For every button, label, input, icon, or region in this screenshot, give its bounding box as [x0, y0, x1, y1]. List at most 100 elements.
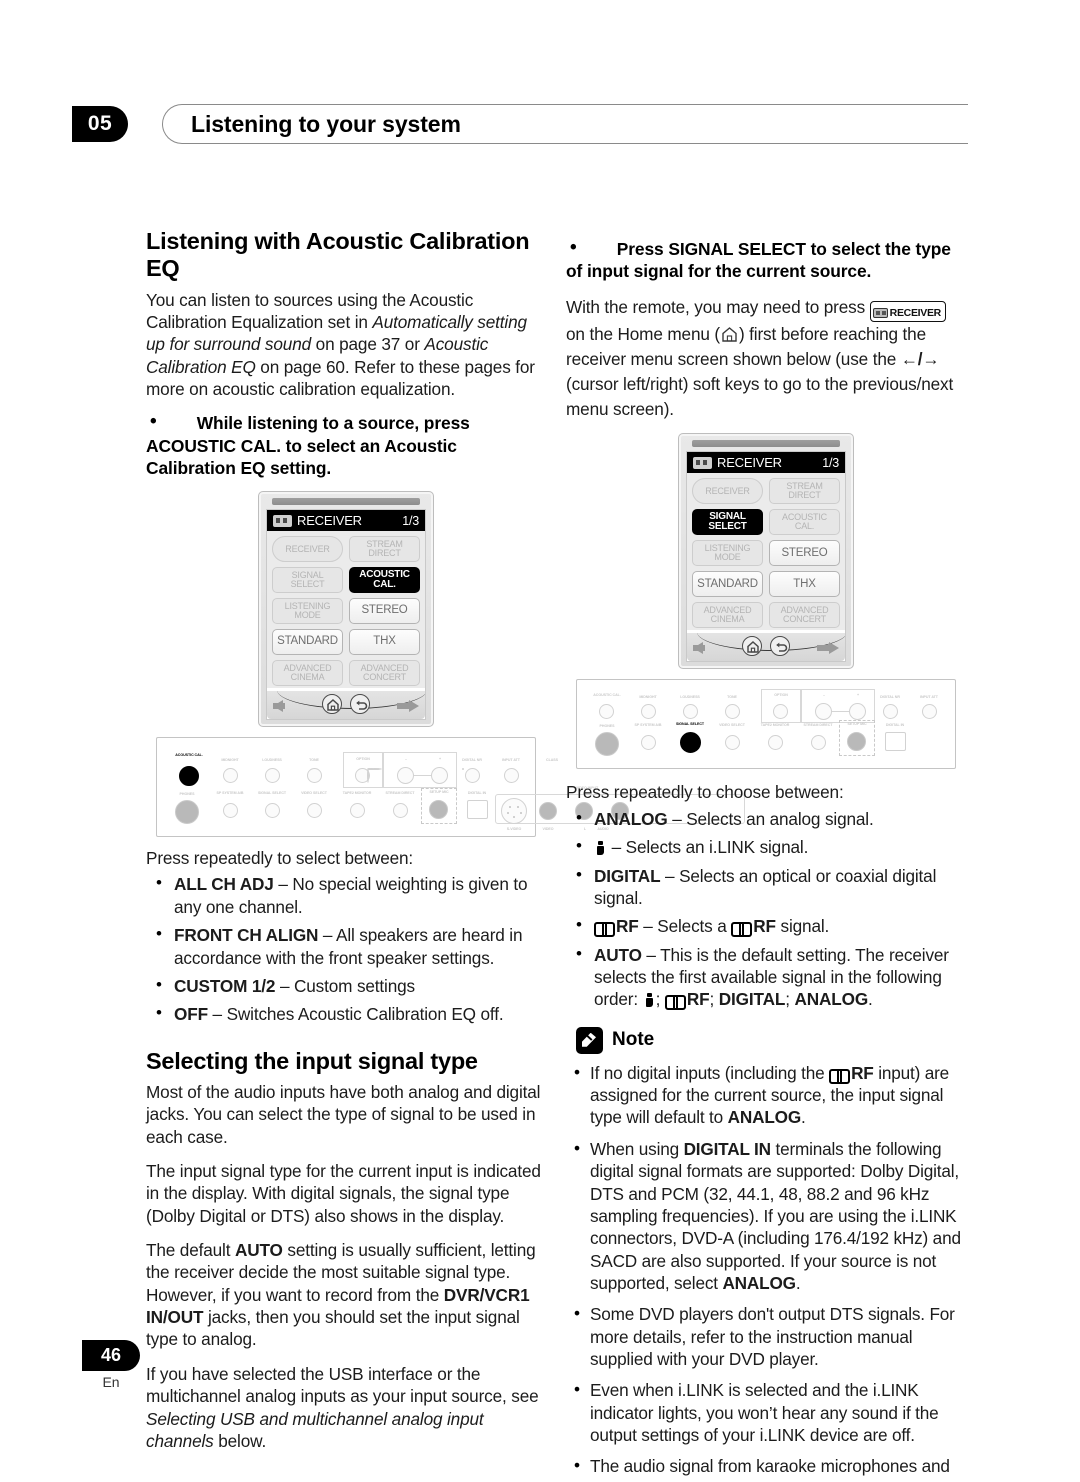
volume-connector-line — [832, 711, 849, 713]
paragraph-acoustic-intro: You can listen to sources using the Acou… — [146, 289, 546, 401]
softkey-receiver[interactable]: RECEIVER — [272, 536, 343, 563]
remote-screen-title: RECEIVER — [297, 513, 362, 529]
softkey-label-2: CAL. — [794, 521, 815, 532]
loudness-knob — [683, 704, 698, 720]
softkey-receiver[interactable]: RECEIVER — [692, 478, 763, 505]
remote-navigation-bar — [687, 633, 845, 662]
digital-in-optical-jack — [467, 800, 488, 820]
softkey-standard[interactable]: STANDARD — [272, 629, 343, 656]
pencil-note-icon — [576, 1026, 603, 1054]
front-panel-illustration-acoustic: ACOUSTIC CAL. MIDNIGHT LOUDNESS TONE OPT… — [156, 737, 745, 838]
digital-nr-knob — [883, 704, 898, 720]
softkey-signal-select[interactable]: SIGNAL SELECT — [272, 567, 343, 594]
panel-label-plus: + — [856, 693, 860, 698]
softkey-advanced-concert[interactable]: ADVANCED CONCERT — [349, 660, 420, 687]
acoustic-cal-knob — [599, 704, 614, 720]
panel-label-digital-in: DIGITAL IN — [467, 791, 487, 796]
remote-screen-title: RECEIVER — [717, 455, 782, 471]
softkey-stream-direct[interactable]: STREAM DIRECT — [349, 536, 420, 563]
remote-screen: RECEIVER 1/3 RECEIVER STREAM DIRECT SIGN… — [686, 451, 846, 663]
instruction-bullet-signal-select: Press SIGNAL SELECT to select the type o… — [566, 236, 966, 283]
back-icon[interactable] — [770, 636, 790, 657]
softkey-stereo[interactable]: STEREO — [769, 540, 840, 567]
acoustic-cal-button-highlight — [179, 766, 199, 787]
list-item: AUTO – This is the default setting. The … — [566, 943, 966, 1011]
panel-knob-digitalnr — [367, 768, 369, 784]
softkey-advanced-cinema[interactable]: ADVANCED CINEMA — [692, 602, 763, 629]
paragraph-auto-default: The default AUTO setting is usually suff… — [146, 1239, 546, 1351]
option-term: AUTO — [594, 944, 642, 965]
option-desc: – Switches Acoustic Calibration EQ off. — [207, 1004, 504, 1025]
panel-label-minus: – — [823, 693, 825, 698]
cursor-arrows-glyph: ←/→ — [900, 348, 940, 369]
manual-page: 05 Listening to your system Listening wi… — [0, 0, 1080, 1482]
softkey-listening-mode[interactable]: LISTENING MODE — [272, 598, 343, 625]
right-column: Press SIGNAL SELECT to select the type o… — [566, 228, 966, 1482]
text-run: jacks, then you should set the input sig… — [146, 1307, 520, 1350]
home-icon[interactable] — [742, 636, 762, 657]
tape2-monitor-knob — [768, 735, 783, 751]
softkey-advanced-concert[interactable]: ADVANCED CONCERT — [769, 602, 840, 629]
softkey-stream-direct[interactable]: STREAM DIRECT — [769, 478, 840, 505]
list-item: ALL CH ADJ – No special weighting is giv… — [146, 872, 546, 918]
list-item: – Selects an i.LINK signal. — [566, 835, 966, 858]
panel-label-video-select: VIDEO SELECT — [301, 791, 327, 796]
option-term: ANALOG — [594, 808, 668, 829]
panel-label-s-video: S-VIDEO — [506, 827, 522, 832]
softkey-acoustic-cal[interactable]: ACOUSTIC CAL. — [349, 567, 420, 594]
panel-label-plus: + — [438, 757, 442, 762]
panel-label-tone: TONE — [309, 758, 319, 763]
remote-control-illustration-signal-select: RECEIVER 1/3 RECEIVER STREAM DIRECT SIGN… — [678, 433, 854, 670]
softkey-label: RECEIVER — [705, 485, 750, 496]
softkey-signal-select[interactable]: SIGNAL SELECT — [692, 509, 763, 536]
note-bold-2: ANALOG — [722, 1272, 796, 1293]
receiver-device-icon — [273, 514, 292, 527]
panel-label-acoustic-cal: ACOUSTIC CAL. — [593, 693, 621, 698]
list-item: ANALOG – Selects an analog signal. — [566, 807, 966, 830]
back-icon[interactable] — [350, 694, 370, 715]
softkey-thx[interactable]: THX — [769, 571, 840, 598]
receiver-device-icon — [693, 456, 712, 469]
softkey-standard[interactable]: STANDARD — [692, 571, 763, 598]
softkey-thx[interactable]: THX — [349, 629, 420, 656]
option-desc: – Custom settings — [275, 975, 415, 996]
panel-label-sp-system: SP SYSTEM A/B — [634, 723, 662, 728]
text-run: If you have selected the USB interface o… — [146, 1363, 539, 1407]
panel-label-loudness: LOUDNESS — [262, 758, 282, 763]
softkey-label-2: MODE — [294, 610, 321, 621]
page-number-badge: 46 — [82, 1340, 140, 1371]
page-footer: 46 En — [66, 1340, 156, 1390]
video-select-knob — [307, 803, 322, 819]
note-rf: RF — [851, 1062, 874, 1083]
input-att-knob — [504, 768, 519, 784]
softkey-acoustic-cal[interactable]: ACOUSTIC CAL. — [769, 509, 840, 536]
chapter-title-pill: Listening to your system — [162, 104, 968, 144]
softkey-advanced-cinema[interactable]: ADVANCED CINEMA — [272, 660, 343, 687]
dolby-icon — [594, 922, 615, 938]
digital-nr-control — [465, 768, 480, 784]
note-item: If no digital inputs (including the RF i… — [566, 1061, 966, 1129]
setup-mic-jack — [429, 800, 448, 820]
chapter-number-badge: 05 — [72, 106, 128, 142]
option-desc-2: signal. — [775, 916, 830, 937]
panel-label-midnight: MIDNIGHT — [221, 758, 239, 763]
option-term: CUSTOM 1/2 — [174, 975, 276, 996]
softkey-listening-mode[interactable]: LISTENING MODE — [692, 540, 763, 567]
option-term: OFF — [174, 1004, 208, 1025]
softkey-label: THX — [793, 577, 816, 590]
s-video-jack — [501, 798, 527, 825]
stream-direct-knob — [811, 735, 826, 751]
phones-jack — [175, 800, 199, 825]
midnight-knob — [641, 704, 656, 720]
softkey-label: STANDARD — [697, 577, 758, 590]
remote-softkey-grid: RECEIVER STREAM DIRECT SIGNAL SELECT ACO… — [687, 473, 845, 631]
signal-select-knob — [265, 803, 280, 819]
ilink-icon — [596, 841, 605, 856]
softkey-stereo[interactable]: STEREO — [349, 598, 420, 625]
home-icon[interactable] — [322, 694, 342, 715]
panel-label-stream-direct: STREAM DIRECT — [385, 791, 415, 796]
tone-knob — [725, 704, 740, 720]
section-heading-acoustic-cal: Listening with Acoustic Calibration EQ — [146, 228, 530, 282]
instruction-text: Press SIGNAL SELECT to select the type o… — [566, 239, 951, 282]
softkey-label: RECEIVER — [285, 543, 330, 554]
